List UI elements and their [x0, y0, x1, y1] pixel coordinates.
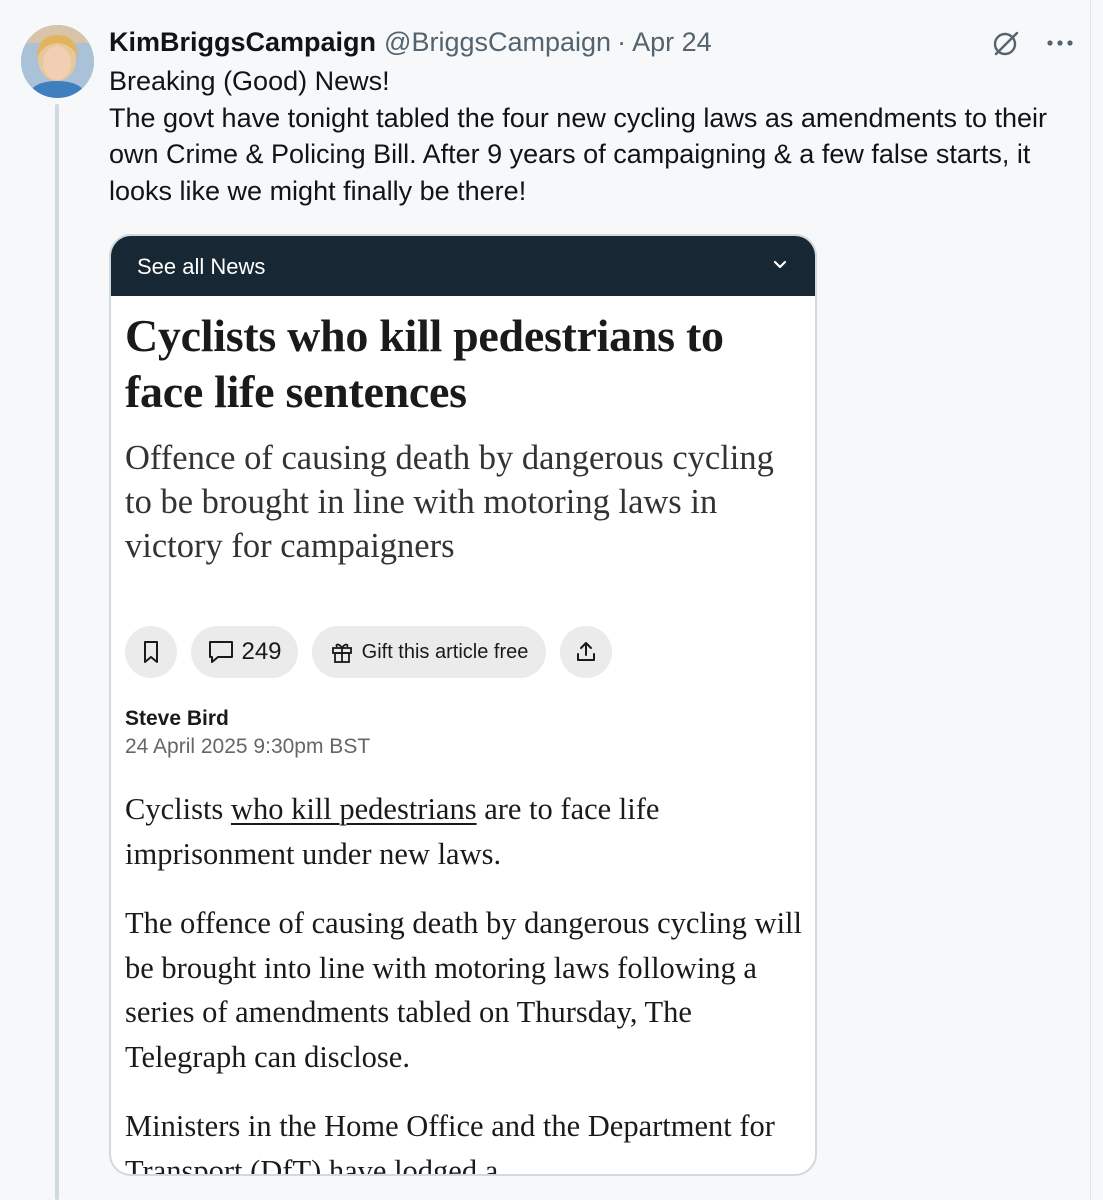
article-body: Cyclists who kill pedestrians are to fac… [125, 787, 805, 1176]
gift-icon [331, 643, 352, 663]
thread-line [55, 104, 59, 1200]
article-paragraph: Cyclists who kill pedestrians are to fac… [125, 787, 805, 876]
avatar-photo [21, 25, 94, 98]
article-timestamp: 24 April 2025 9:30pm BST [125, 735, 371, 758]
article-actions: 249 Gift this article free [125, 626, 612, 678]
article-author: Steve Bird [125, 707, 229, 730]
news-nav-bar: See all News [111, 236, 815, 296]
tweet-text-line2: The govt have tonight tabled the four ne… [109, 102, 1048, 206]
article-standfirst: Offence of causing death by dangerous cy… [125, 439, 774, 565]
tweet-date[interactable]: Apr 24 [632, 26, 712, 58]
comment-icon [209, 641, 234, 663]
chevron-down-icon [773, 260, 787, 269]
gift-article-label: Gift this article free [361, 640, 529, 663]
comments-button: 249 [191, 626, 298, 678]
article-screenshot[interactable]: See all News Cyclists who kill pedestria… [109, 234, 817, 1176]
article-paragraph: Ministers in the Home Office and the Dep… [125, 1109, 775, 1176]
bookmark-icon [144, 641, 158, 663]
article-inline-link: who kill pedestrians [230, 792, 477, 826]
page-border [1090, 0, 1091, 1200]
gift-article-button: Gift this article free [312, 626, 546, 678]
tweet-text-line1: Breaking (Good) News! [109, 66, 390, 96]
separator-dot: · [617, 27, 627, 57]
article-paragraph: The offence of causing death by dangerou… [125, 906, 802, 1074]
avatar[interactable] [21, 25, 94, 98]
grok-icon[interactable] [989, 26, 1023, 60]
comment-count: 249 [241, 638, 282, 665]
see-all-news-link: See all News [137, 254, 266, 279]
article-headline: Cyclists who kill pedestrians to face li… [125, 310, 724, 417]
tweet-text: Breaking (Good) News! The govt have toni… [109, 63, 1069, 209]
tweet-header: KimBriggsCampaign @BriggsCampaign · Apr … [109, 26, 712, 58]
more-icon[interactable] [1043, 26, 1077, 60]
tweet-header-actions [989, 26, 1077, 60]
display-name[interactable]: KimBriggsCampaign [109, 26, 376, 58]
bookmark-button [125, 626, 177, 678]
share-icon [577, 642, 595, 661]
share-button [560, 626, 612, 678]
paragraph-text: Cyclists [125, 792, 231, 826]
user-handle[interactable]: @BriggsCampaign [384, 26, 611, 58]
